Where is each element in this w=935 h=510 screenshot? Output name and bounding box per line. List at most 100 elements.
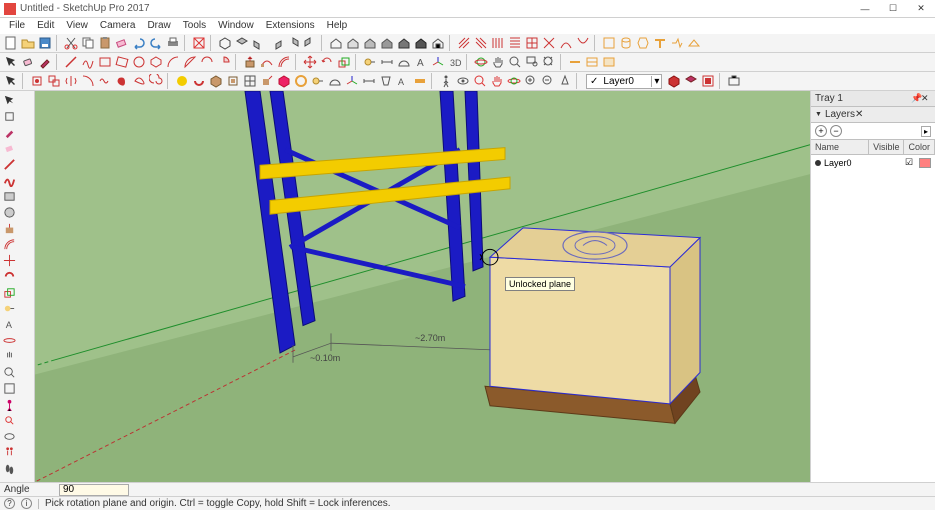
top-icon[interactable]	[234, 35, 250, 51]
iso-icon[interactable]	[217, 35, 233, 51]
hatch-6-icon[interactable]	[541, 35, 557, 51]
sect3-icon[interactable]	[601, 54, 617, 70]
hatch-3-icon[interactable]	[490, 35, 506, 51]
poly-icon[interactable]	[148, 54, 164, 70]
join-icon[interactable]	[669, 35, 685, 51]
eraser2-icon[interactable]	[2, 141, 17, 156]
freehand-icon[interactable]	[80, 54, 96, 70]
make-comp-icon[interactable]	[2, 109, 17, 124]
menu-view[interactable]: View	[60, 18, 94, 34]
save-icon[interactable]	[37, 35, 53, 51]
ext-wh-icon[interactable]	[726, 73, 742, 89]
yellow-dot-icon[interactable]	[174, 73, 190, 89]
menu-edit[interactable]: Edit	[31, 18, 60, 34]
col-color[interactable]: Color	[904, 140, 935, 154]
menu-draw[interactable]: Draw	[141, 18, 176, 34]
help-icon[interactable]: ?	[4, 498, 15, 509]
push2-icon[interactable]	[2, 221, 17, 236]
select-icon[interactable]	[3, 54, 19, 70]
text-icon[interactable]: A	[413, 54, 429, 70]
text3-icon[interactable]: A	[2, 317, 17, 332]
brown-offset-icon[interactable]	[225, 73, 241, 89]
protractor-icon[interactable]	[396, 54, 412, 70]
orbit3-icon[interactable]	[2, 333, 17, 348]
cursor-icon[interactable]	[3, 73, 19, 89]
eraser-icon[interactable]	[20, 54, 36, 70]
pan-icon[interactable]	[490, 54, 506, 70]
col-visible[interactable]: Visible	[869, 140, 904, 154]
add-layer-button[interactable]: +	[815, 125, 827, 137]
3dwh-icon[interactable]	[666, 73, 682, 89]
hatch-4-icon[interactable]	[507, 35, 523, 51]
menu-window[interactable]: Window	[212, 18, 260, 34]
hatch-5-icon[interactable]	[524, 35, 540, 51]
vcb-input[interactable]	[59, 484, 129, 496]
flip-icon[interactable]	[63, 73, 79, 89]
print-icon[interactable]	[165, 35, 181, 51]
back-icon[interactable]	[285, 35, 301, 51]
free2-icon[interactable]	[2, 173, 17, 188]
select2-icon[interactable]	[2, 93, 17, 108]
pie-icon[interactable]	[216, 54, 232, 70]
menu-tools[interactable]: Tools	[177, 18, 212, 34]
copy-icon[interactable]	[80, 35, 96, 51]
dim2-icon[interactable]	[361, 73, 377, 89]
person-icon[interactable]	[2, 397, 17, 412]
left-icon[interactable]	[302, 35, 318, 51]
tape-icon[interactable]	[362, 54, 378, 70]
col-name[interactable]: Name	[811, 140, 869, 154]
undo-icon[interactable]	[131, 35, 147, 51]
3dtext-icon[interactable]: 3D	[447, 54, 463, 70]
pan2-icon[interactable]	[489, 73, 505, 89]
share-icon[interactable]	[683, 73, 699, 89]
layer-dropdown-icon[interactable]: ▾	[651, 76, 661, 87]
look2-icon[interactable]	[2, 429, 17, 444]
move-icon[interactable]	[302, 54, 318, 70]
position-icon[interactable]	[557, 73, 573, 89]
remove-layer-button[interactable]: −	[830, 125, 842, 137]
arc3-icon[interactable]	[199, 54, 215, 70]
line2-icon[interactable]	[2, 157, 17, 172]
sect2-icon[interactable]	[584, 54, 600, 70]
scale-icon[interactable]	[336, 54, 352, 70]
offset2-icon[interactable]	[2, 237, 17, 252]
minimize-button[interactable]: —	[851, 0, 879, 18]
layer-menu-button[interactable]: ▸	[921, 126, 931, 137]
info-icon[interactable]: i	[21, 498, 32, 509]
layer-color-swatch[interactable]	[919, 158, 931, 168]
follow-icon[interactable]	[259, 54, 275, 70]
model-info-icon[interactable]	[191, 35, 207, 51]
knot-icon[interactable]	[131, 73, 147, 89]
rect2-icon[interactable]	[2, 189, 17, 204]
offset-icon[interactable]	[276, 54, 292, 70]
zoom-icon[interactable]	[507, 54, 523, 70]
house3-icon[interactable]	[362, 35, 378, 51]
rotate-icon[interactable]	[319, 54, 335, 70]
line-icon[interactable]	[63, 54, 79, 70]
open-icon[interactable]	[20, 35, 36, 51]
arc2-icon[interactable]	[182, 54, 198, 70]
hatch-8-icon[interactable]	[575, 35, 591, 51]
redo-icon[interactable]	[148, 35, 164, 51]
tray-layers-header[interactable]: ▼ Layers ✕	[811, 107, 935, 123]
house4-icon[interactable]	[379, 35, 395, 51]
roof-icon[interactable]	[686, 35, 702, 51]
orbit-icon[interactable]	[473, 54, 489, 70]
drum-icon[interactable]	[618, 35, 634, 51]
viewport[interactable]: ~0.10m ~2.70m Unlocked plane	[35, 91, 810, 482]
new-icon[interactable]	[3, 35, 19, 51]
arc-red-icon[interactable]	[80, 73, 96, 89]
box-y-icon[interactable]	[601, 35, 617, 51]
hatch-7-icon[interactable]	[558, 35, 574, 51]
yellow-ring-icon[interactable]	[293, 73, 309, 89]
walk-icon[interactable]	[438, 73, 454, 89]
layout-icon[interactable]	[700, 73, 716, 89]
menu-help[interactable]: Help	[321, 18, 354, 34]
text2-icon[interactable]	[378, 73, 394, 89]
house2-icon[interactable]	[345, 35, 361, 51]
orbit2-icon[interactable]	[506, 73, 522, 89]
paste-icon[interactable]	[97, 35, 113, 51]
prev-icon[interactable]	[523, 73, 539, 89]
look-icon[interactable]	[455, 73, 471, 89]
rect-icon[interactable]	[97, 54, 113, 70]
